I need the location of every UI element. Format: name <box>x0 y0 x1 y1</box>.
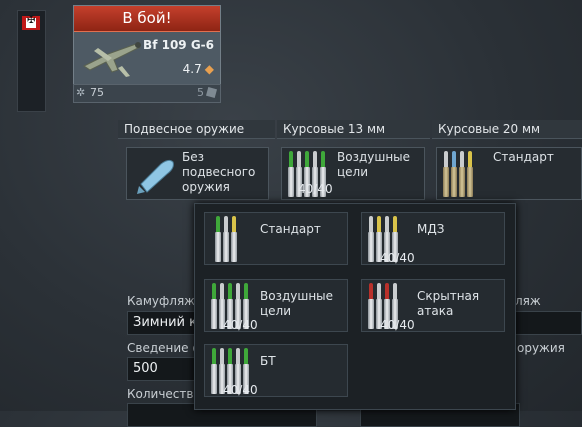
germany-flag-icon[interactable] <box>22 15 40 30</box>
diamond-icon: ◆ <box>204 62 214 76</box>
slot-mg-13mm[interactable]: Воздушные цели 40/40 <box>281 147 425 200</box>
slot-suspended-weapons[interactable]: Без подвесного оружия <box>126 147 269 200</box>
count-label: Количество <box>127 387 201 401</box>
slot-cannon-20mm[interactable]: Стандарт <box>436 147 582 200</box>
suspended-line2: подвесного <box>182 165 256 179</box>
ammo-option-label: Стандарт <box>260 222 321 236</box>
tab-mg-13mm: Курсовые 13 мм <box>277 120 430 139</box>
ammo-option-count: 40/40 <box>223 318 258 332</box>
battle-rating: 4.7 ◆ <box>182 62 214 76</box>
ammo-option-air-targets[interactable]: Воздушные цели 40/40 <box>204 279 348 332</box>
spare-count: 5 <box>197 86 204 99</box>
camo-label: Камуфляж <box>127 294 195 308</box>
suspended-line3: оружия <box>182 180 230 194</box>
mg13-line1: Воздушные <box>337 150 411 164</box>
ammo-option-standard[interactable]: Стандарт <box>204 212 348 265</box>
ammo-option-label: Скрытная атака <box>417 289 480 318</box>
ammo-option-ap[interactable]: БТ 40/40 <box>204 344 348 397</box>
aircraft-icon <box>83 42 141 77</box>
mg13-line2: цели <box>337 165 369 179</box>
vehicle-name: Bf 109 G-6 <box>143 38 214 52</box>
ammo-option-label: МДЗ <box>417 222 445 236</box>
camo-right-label: ляж <box>515 294 541 308</box>
cannon20-line1: Стандарт <box>493 150 554 164</box>
card-footer: ✲ 75 5 <box>73 84 221 103</box>
ammo-belt-icon <box>215 216 237 262</box>
ammo-option-count: 40/40 <box>380 318 415 332</box>
to-battle-button[interactable]: В бой! <box>74 6 220 32</box>
ammo-option-label: Воздушные цели <box>260 289 334 318</box>
crew-gear-icon: ✲ <box>76 86 86 99</box>
spare-icon <box>205 86 218 99</box>
vehicle-card[interactable]: В бой! Bf 109 G-6 4.7 ◆ <box>73 5 221 85</box>
bomb-none-icon <box>137 159 174 194</box>
ammo-option-stealth[interactable]: Скрытная атака 40/40 <box>361 279 505 332</box>
suspended-line1: Без <box>182 150 204 164</box>
tab-cannon-20mm: Курсовые 20 мм <box>432 120 582 139</box>
ammo-belt-popup: Стандарт МДЗ 40/40 Воздушные цели 40/40 С… <box>194 203 516 410</box>
convergence-label: Сведение о <box>127 341 200 355</box>
ammo-belt-icon <box>443 151 473 197</box>
belt-right-label: оружия <box>517 341 565 355</box>
ammo-option-count: 40/40 <box>223 383 258 397</box>
camo-right-select[interactable] <box>514 311 582 335</box>
ammo-option-label: БТ <box>260 354 276 368</box>
crew-count: 75 <box>90 86 104 99</box>
mg13-count: 40/40 <box>298 182 333 196</box>
tab-suspended-weapons: Подвесное оружие <box>118 120 275 139</box>
ammo-option-count: 40/40 <box>380 251 415 265</box>
ammo-option-mdz[interactable]: МДЗ 40/40 <box>361 212 505 265</box>
